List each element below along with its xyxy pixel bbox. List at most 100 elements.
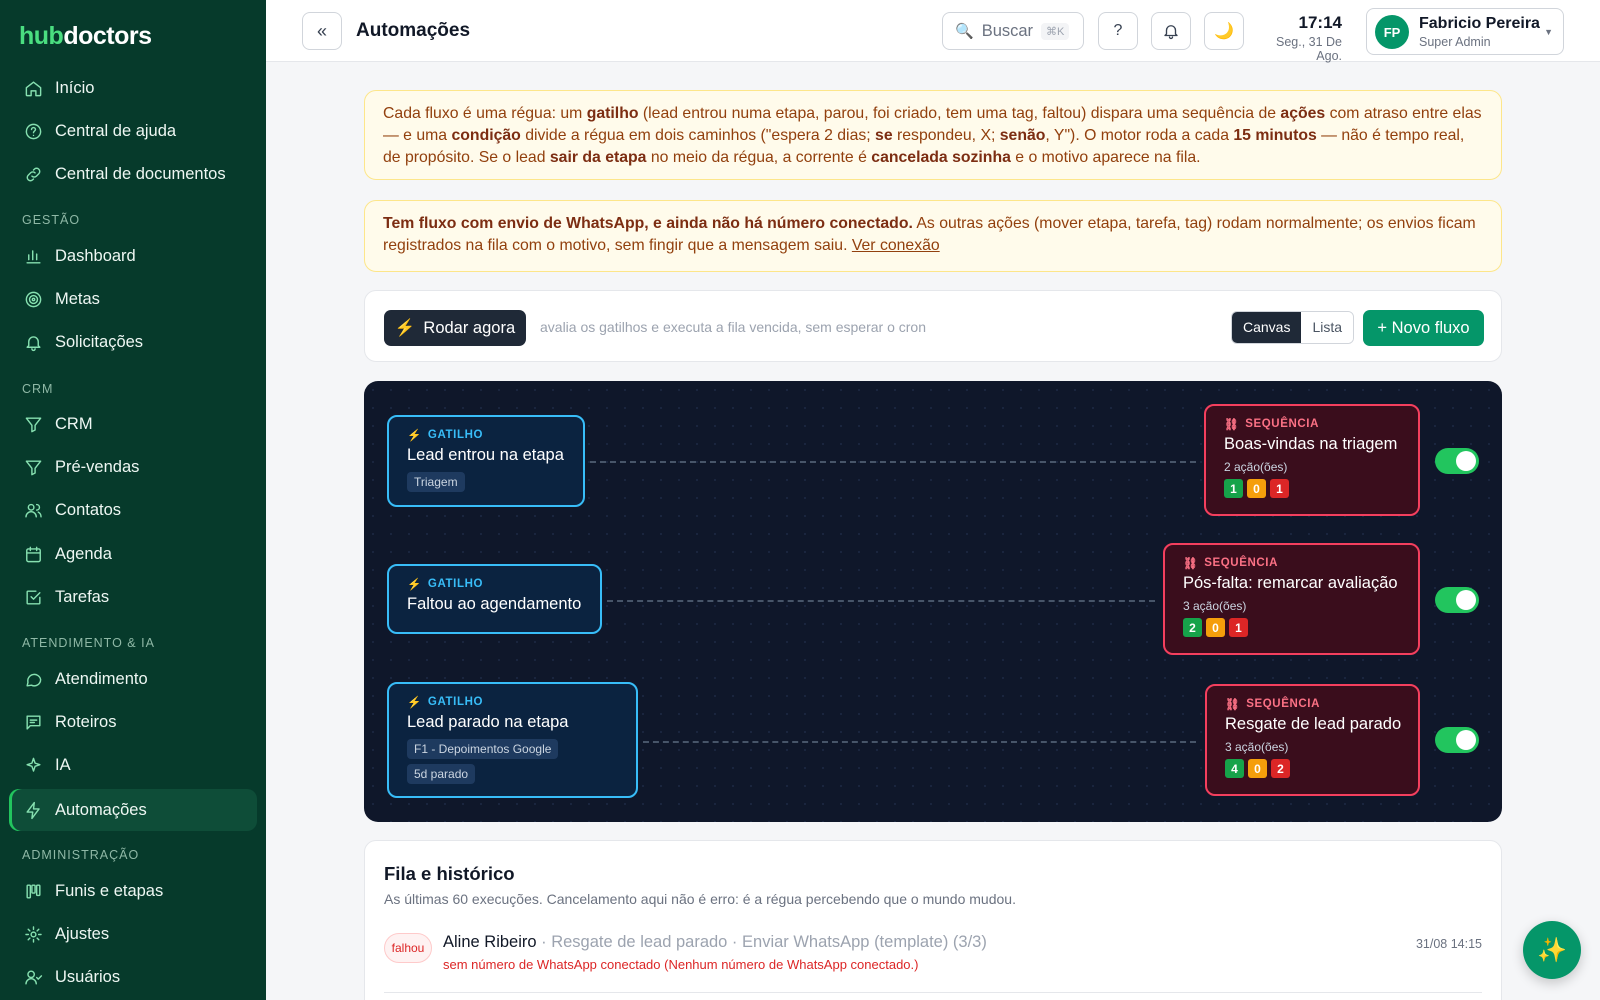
sidebar-item-label: Roteiros bbox=[55, 712, 117, 731]
chat-bubble-icon bbox=[23, 669, 43, 689]
trigger-kind: ⚡ GATILHO bbox=[407, 696, 484, 709]
help-button[interactable]: ? bbox=[1098, 12, 1138, 50]
history-row-description: · Resgate de lead parado · Enviar WhatsA… bbox=[536, 933, 987, 951]
users-icon bbox=[23, 500, 43, 520]
count-failed: 2 bbox=[1271, 759, 1290, 778]
target-icon bbox=[23, 289, 43, 309]
sidebar-item-dashboard[interactable]: Dashboard bbox=[9, 235, 257, 277]
sequence-title: Boas-vindas na triagem bbox=[1224, 435, 1398, 453]
status-badge: falhou bbox=[384, 933, 432, 963]
theme-toggle-button[interactable]: 🌙 bbox=[1204, 12, 1244, 50]
sidebar-item-label: Metas bbox=[55, 289, 100, 308]
flow-connector bbox=[607, 600, 1155, 602]
sidebar-item-label: Pré-vendas bbox=[55, 457, 140, 476]
count-pending: 0 bbox=[1206, 618, 1225, 637]
flow-enabled-toggle[interactable] bbox=[1435, 587, 1479, 613]
search-label: Buscar bbox=[981, 21, 1034, 40]
sidebar-item-central-de-ajuda[interactable]: Central de ajuda bbox=[9, 110, 257, 152]
run-now-label: Rodar agora bbox=[423, 318, 516, 337]
new-flow-button[interactable]: + Novo fluxo bbox=[1363, 310, 1484, 346]
trigger-chip: 5d parado bbox=[407, 764, 476, 784]
filter-icon bbox=[23, 457, 43, 477]
ver-conexao-link[interactable]: Ver conexão bbox=[852, 237, 940, 254]
flow-enabled-toggle[interactable] bbox=[1435, 448, 1479, 474]
sequence-node[interactable]: ⛓ SEQUÊNCIA Boas-vindas na triagem 2 ação… bbox=[1204, 404, 1420, 516]
chevron-down-icon: ▼ bbox=[1544, 27, 1553, 37]
queue-history-panel: Fila e histórico As últimas 60 execuções… bbox=[364, 840, 1502, 1000]
notifications-button[interactable] bbox=[1151, 12, 1191, 50]
sidebar-item-label: CRM bbox=[55, 414, 93, 433]
view-canvas-tab[interactable]: Canvas bbox=[1232, 312, 1302, 343]
count-pending: 0 bbox=[1247, 479, 1266, 498]
user-check-icon bbox=[23, 967, 43, 987]
trigger-chip: F1 - Depoimentos Google bbox=[407, 739, 559, 759]
sidebar-item-central-de-documentos[interactable]: Central de documentos bbox=[9, 153, 257, 195]
history-subtitle: As últimas 60 execuções. Cancelamento aq… bbox=[384, 891, 1016, 907]
sidebar-item-inicio[interactable]: Início bbox=[9, 67, 257, 109]
sequence-kind: ⛓ SEQUÊNCIA bbox=[1225, 698, 1320, 711]
sidebar-item-solicitacoes[interactable]: Solicitações bbox=[9, 321, 257, 363]
search-shortcut: ⌘K bbox=[1041, 22, 1070, 40]
count-pending: 0 bbox=[1248, 759, 1267, 778]
search-button[interactable]: 🔍 Buscar ⌘K bbox=[942, 12, 1084, 50]
bar-chart-icon bbox=[23, 246, 43, 266]
ai-assistant-button[interactable]: ✨ bbox=[1523, 921, 1581, 979]
lightning-icon bbox=[23, 800, 43, 820]
user-name: Fabricio Pereira bbox=[1419, 15, 1540, 32]
sidebar-item-label: Ajustes bbox=[55, 924, 110, 943]
view-list-tab[interactable]: Lista bbox=[1301, 312, 1354, 343]
top-bar: « Automações 🔍 Buscar ⌘K ? 🌙 17:14 Seg.,… bbox=[266, 0, 1600, 63]
flow-enabled-toggle[interactable] bbox=[1435, 727, 1479, 753]
sequence-node[interactable]: ⛓ SEQUÊNCIA Resgate de lead parado 3 ação… bbox=[1205, 684, 1420, 796]
sidebar-item-label: IA bbox=[55, 755, 71, 774]
calendar-icon bbox=[23, 544, 43, 564]
gear-icon bbox=[23, 924, 43, 944]
sidebar-item-tarefas[interactable]: Tarefas bbox=[9, 576, 257, 618]
sidebar-item-label: Início bbox=[55, 78, 95, 97]
sidebar-item-label: Dashboard bbox=[55, 246, 136, 265]
sequence-counts: 1 0 1 bbox=[1224, 479, 1400, 498]
sidebar-item-agenda[interactable]: Agenda bbox=[9, 533, 257, 575]
sidebar-item-metas[interactable]: Metas bbox=[9, 278, 257, 320]
sidebar-item-ia[interactable]: IA bbox=[9, 744, 257, 786]
trigger-title: Lead parado na etapa bbox=[407, 713, 569, 731]
sequence-kind: ⛓ SEQUÊNCIA bbox=[1224, 418, 1319, 431]
warning-title: Tem fluxo com envio de WhatsApp, e ainda… bbox=[383, 215, 913, 232]
section-crm: CRM bbox=[22, 382, 54, 396]
trigger-node[interactable]: ⚡ GATILHO Lead parado na etapa F1 - Depoi… bbox=[387, 682, 638, 798]
flow-connector bbox=[643, 741, 1196, 743]
link-icon bbox=[23, 164, 43, 184]
automation-toolbar: ⚡ Rodar agora avalia os gatilhos e execut… bbox=[364, 290, 1502, 362]
sequence-counts: 2 0 1 bbox=[1183, 618, 1400, 637]
sidebar-item-automacoes[interactable]: Automações bbox=[9, 789, 257, 831]
info-notice: Cada fluxo é uma régua: um gatilho (lead… bbox=[364, 90, 1502, 180]
sidebar: hubdoctors Início Central de ajuda Centr… bbox=[0, 0, 266, 1000]
page-title: Automações bbox=[356, 20, 471, 41]
sequence-actions-count: 2 ação(ões) bbox=[1224, 460, 1288, 474]
sidebar-item-contatos[interactable]: Contatos bbox=[9, 489, 257, 531]
sidebar-item-atendimento[interactable]: Atendimento bbox=[9, 658, 257, 700]
sequence-node[interactable]: ⛓ SEQUÊNCIA Pós-falta: remarcar avaliação… bbox=[1163, 543, 1420, 655]
trigger-kind: ⚡ GATILHO bbox=[407, 429, 484, 442]
sidebar-item-label: Tarefas bbox=[55, 587, 110, 606]
user-menu[interactable]: FP Fabricio Pereira Super Admin ▼ bbox=[1366, 8, 1564, 55]
history-row[interactable]: falhou Aline Ribeiro · Resgate de lead p… bbox=[384, 931, 1482, 993]
collapse-sidebar-button[interactable]: « bbox=[302, 12, 342, 50]
sidebar-item-crm[interactable]: CRM bbox=[9, 403, 257, 445]
sparkle-icon bbox=[23, 755, 43, 775]
trigger-node[interactable]: ⚡ GATILHO Lead entrou na etapa Triagem bbox=[387, 415, 585, 507]
sidebar-item-ajustes[interactable]: Ajustes bbox=[9, 913, 257, 955]
sidebar-item-pre-vendas[interactable]: Pré-vendas bbox=[9, 446, 257, 488]
lead-name: Aline Ribeiro bbox=[443, 933, 537, 951]
sidebar-item-usuarios[interactable]: Usuários bbox=[9, 956, 257, 998]
sidebar-item-roteiros[interactable]: Roteiros bbox=[9, 701, 257, 743]
bell-icon bbox=[23, 332, 43, 352]
sidebar-item-label: Automações bbox=[55, 800, 147, 819]
run-now-button[interactable]: ⚡ Rodar agora bbox=[384, 310, 526, 346]
kanban-icon bbox=[23, 881, 43, 901]
section-administracao: ADMINISTRAÇÃO bbox=[22, 848, 140, 862]
moon-icon: 🌙 bbox=[1214, 23, 1234, 40]
trigger-node[interactable]: ⚡ GATILHO Faltou ao agendamento bbox=[387, 564, 602, 634]
sidebar-item-funis-e-etapas[interactable]: Funis e etapas bbox=[9, 870, 257, 912]
hubdoctors-logo[interactable]: hubdoctors bbox=[19, 22, 152, 51]
